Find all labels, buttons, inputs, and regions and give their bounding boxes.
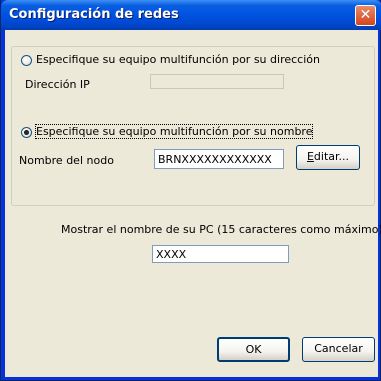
ok-button-label: OK — [245, 343, 262, 356]
close-button[interactable]: ✕ — [355, 5, 376, 26]
ok-button[interactable]: OK — [217, 337, 290, 362]
edit-button[interactable]: Editar... — [296, 145, 360, 170]
close-icon: ✕ — [359, 7, 372, 23]
address-radio-label[interactable]: Especifique su equipo multifunción por s… — [36, 53, 320, 66]
pc-name-label: Mostrar el nombre de su PC (15 caractere… — [61, 223, 381, 236]
cancel-button[interactable]: Cancelar — [302, 337, 375, 362]
name-radio[interactable] — [21, 127, 32, 138]
node-name-field[interactable] — [154, 149, 284, 169]
dialog-body: Especifique su equipo multifunción por s… — [5, 30, 381, 377]
cancel-button-label: Cancelar — [314, 342, 363, 355]
pc-name-field[interactable] — [152, 245, 289, 263]
title-bar[interactable]: Configuración de redes ✕ — [1, 0, 381, 30]
node-name-label: Nombre del nodo — [19, 154, 114, 167]
window-title: Configuración de redes — [9, 7, 179, 22]
ip-label: Dirección IP — [25, 78, 90, 91]
ip-address-field[interactable] — [150, 74, 284, 89]
address-radio[interactable] — [21, 55, 32, 66]
edit-button-label: Editar... — [306, 150, 350, 163]
dialog-window: Configuración de redes ✕ Especifique su … — [0, 0, 381, 381]
name-radio-label[interactable]: Especifique su equipo multifunción por s… — [34, 124, 314, 139]
